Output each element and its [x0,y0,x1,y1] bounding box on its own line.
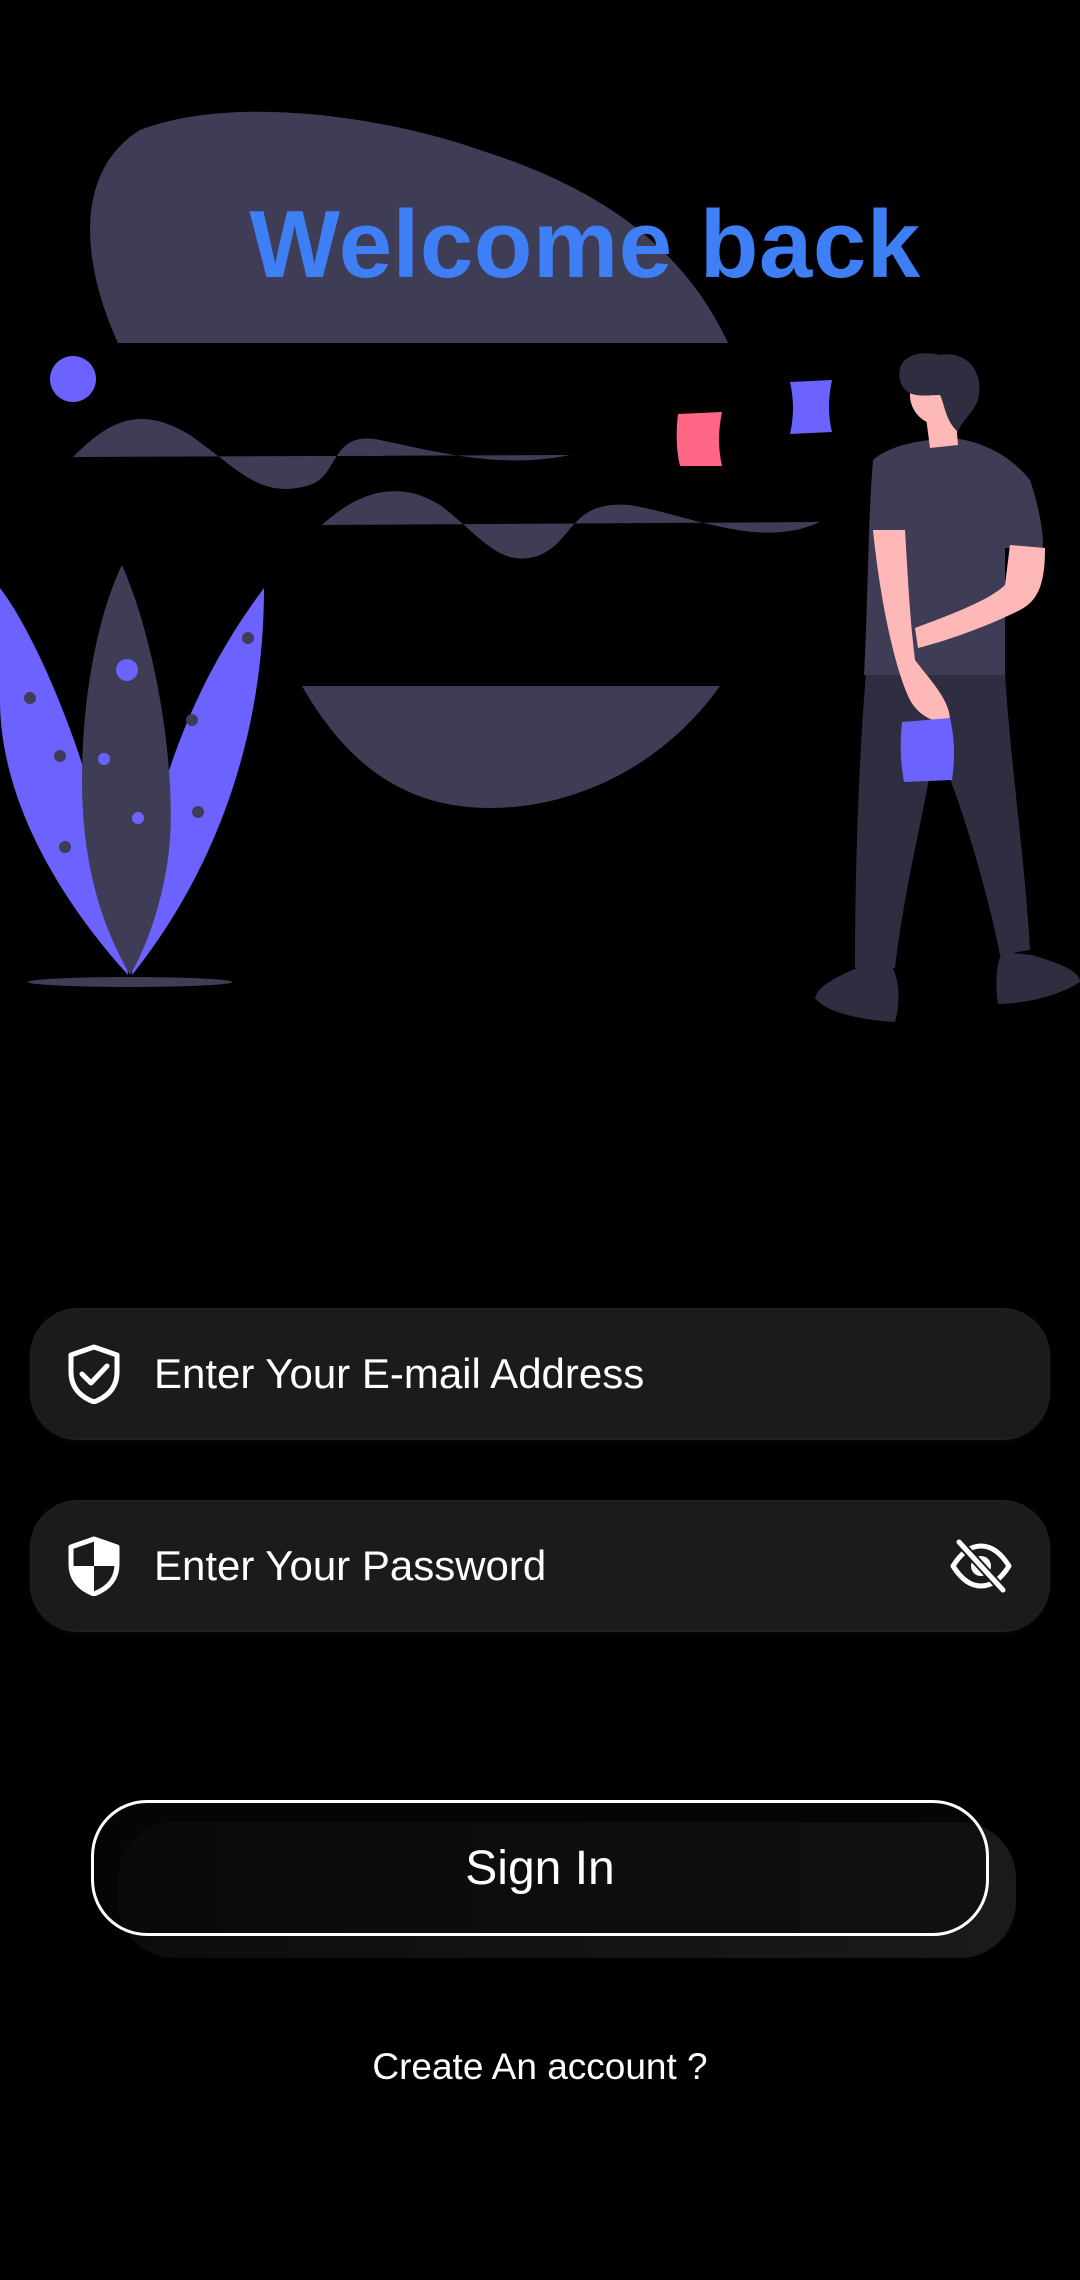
page-title: Welcome back [249,191,921,298]
password-field[interactable] [30,1500,1050,1632]
email-field[interactable] [30,1308,1050,1440]
wave-line-2 [322,491,820,559]
create-account-link[interactable]: Create An account ? [0,2046,1080,2088]
half-bowl [302,686,720,808]
person [815,353,1080,1022]
shield-half-icon [64,1536,124,1596]
plant [0,565,264,987]
pink-card [676,412,722,466]
sign-in-button[interactable]: Sign In [91,1800,989,1936]
purple-dot [50,356,96,402]
purple-card [790,380,832,434]
wave-line-1 [73,419,570,489]
login-illustration [0,111,1080,1022]
password-input[interactable] [154,1542,946,1590]
email-input[interactable] [154,1350,1050,1398]
shield-check-icon [64,1344,124,1404]
eye-off-icon[interactable] [946,1531,1016,1601]
